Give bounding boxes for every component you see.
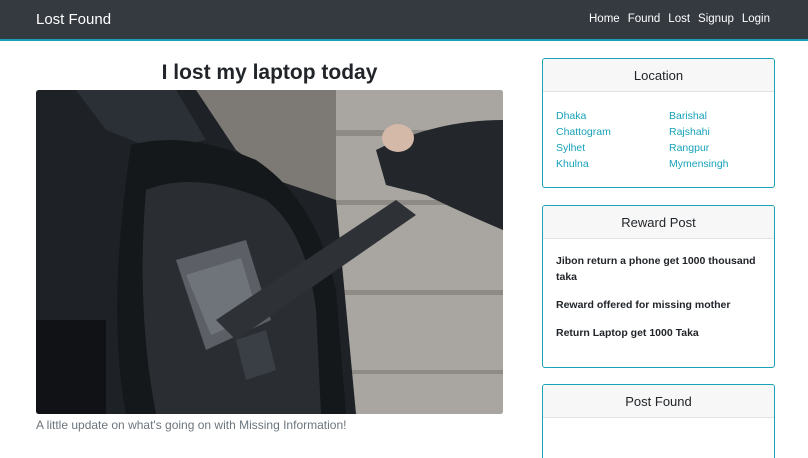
brand-link[interactable]: Lost Found — [36, 11, 111, 28]
location-list: Dhaka Barishal Chattogram Rajshahi Sylhe… — [556, 109, 761, 171]
post-found-card: Post Found — [542, 384, 775, 458]
reward-post-item[interactable]: Return Laptop get 1000 Taka — [556, 325, 761, 341]
nav-signup-link[interactable]: Signup — [698, 13, 734, 25]
location-link-mymensingh[interactable]: Mymensingh — [669, 157, 769, 171]
location-link-sylhet[interactable]: Sylhet — [556, 141, 669, 155]
post-image — [36, 90, 503, 414]
nav-login-link[interactable]: Login — [742, 13, 770, 25]
post-title: I lost my laptop today — [161, 61, 378, 84]
location-card: Location Dhaka Barishal Chattogram Rajsh… — [542, 58, 775, 188]
location-link-rajshahi[interactable]: Rajshahi — [669, 125, 769, 139]
reward-card: Reward Post Jibon return a phone get 100… — [542, 205, 775, 368]
backpack-photo — [36, 90, 503, 414]
reward-post-item[interactable]: Jibon return a phone get 1000 thousand t… — [556, 253, 761, 285]
location-link-barishal[interactable]: Barishal — [669, 109, 769, 123]
nav-lost-link[interactable]: Lost — [668, 13, 690, 25]
post-found-card-title: Post Found — [543, 385, 774, 418]
location-link-rangpur[interactable]: Rangpur — [669, 141, 769, 155]
post-caption: A little update on what's going on with … — [36, 418, 347, 432]
reward-post-item[interactable]: Reward offered for missing mother — [556, 297, 761, 313]
location-link-chattogram[interactable]: Chattogram — [556, 125, 669, 139]
location-link-dhaka[interactable]: Dhaka — [556, 109, 669, 123]
nav-found-link[interactable]: Found — [628, 13, 661, 25]
navbar: Lost Found Home Found Lost Signup Login — [0, 0, 808, 41]
location-card-title: Location — [543, 59, 774, 92]
reward-card-title: Reward Post — [543, 206, 774, 239]
nav-home-link[interactable]: Home — [589, 13, 620, 25]
nav-links: Home Found Lost Signup Login — [589, 13, 770, 25]
location-link-khulna[interactable]: Khulna — [556, 157, 669, 171]
